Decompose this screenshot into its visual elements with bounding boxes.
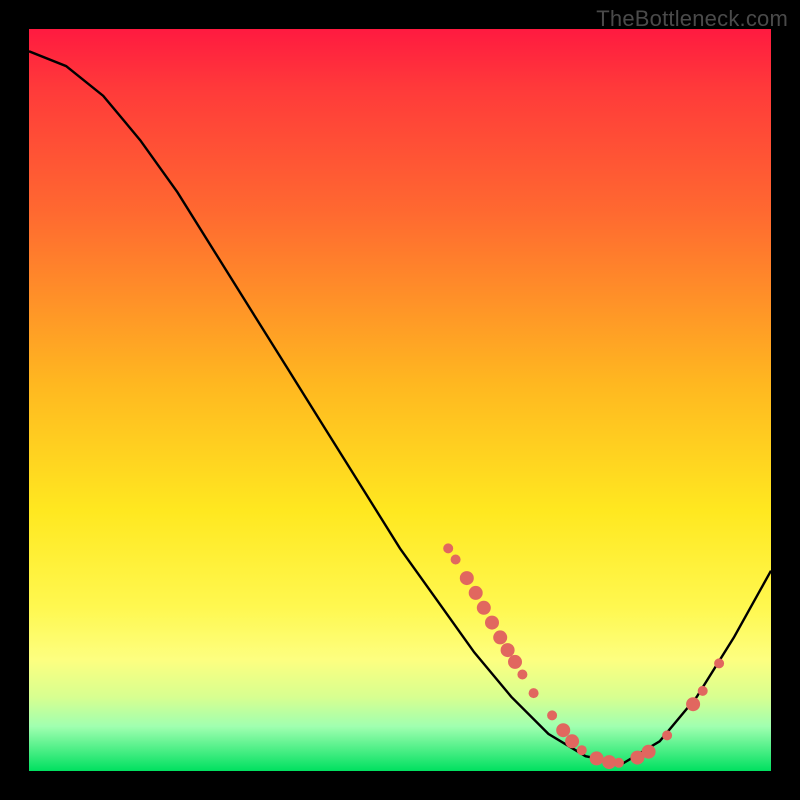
data-marker	[517, 670, 527, 680]
data-marker	[577, 745, 587, 755]
data-marker	[642, 745, 656, 759]
data-markers	[443, 543, 724, 769]
data-marker	[529, 688, 539, 698]
data-marker	[460, 571, 474, 585]
data-marker	[686, 697, 700, 711]
data-marker	[662, 730, 672, 740]
data-marker	[493, 630, 507, 644]
bottleneck-curve-plot	[29, 29, 771, 771]
data-marker	[556, 723, 570, 737]
data-marker	[565, 734, 579, 748]
data-marker	[614, 758, 624, 768]
data-marker	[547, 710, 557, 720]
data-marker	[443, 543, 453, 553]
chart-area	[29, 29, 771, 771]
data-marker	[698, 686, 708, 696]
data-marker	[508, 655, 522, 669]
data-marker	[469, 586, 483, 600]
data-marker	[451, 555, 461, 565]
data-marker	[590, 751, 604, 765]
data-marker	[501, 643, 515, 657]
data-marker	[485, 616, 499, 630]
data-marker	[477, 601, 491, 615]
data-marker	[714, 658, 724, 668]
watermark-text: TheBottleneck.com	[596, 6, 788, 32]
curve-line	[29, 51, 771, 763]
